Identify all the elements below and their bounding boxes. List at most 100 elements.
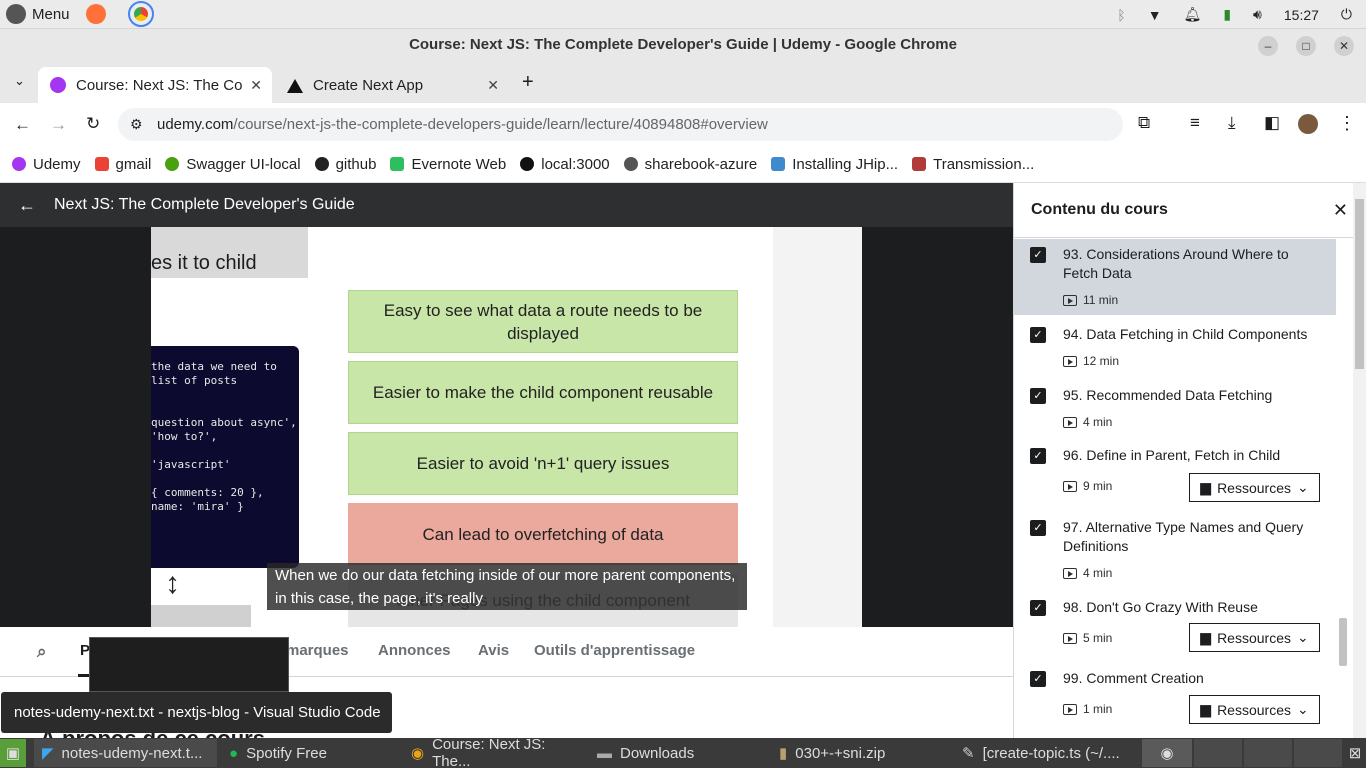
task-chrome[interactable]: ◉ Course: Next JS: The... (403, 736, 585, 770)
checkbox-icon[interactable]: ✓ (1030, 600, 1046, 616)
bookmark-jhipster[interactable]: Installing JHip... (771, 156, 898, 173)
wifi-icon[interactable]: ▼ (1148, 7, 1162, 23)
bookmark-gmail[interactable]: gmail (94, 156, 151, 173)
checkbox-icon[interactable]: ✓ (1030, 448, 1046, 464)
bookmark-udemy[interactable]: Udemy (12, 156, 81, 173)
workspace-1-chrome-icon[interactable]: ◉ (1142, 739, 1192, 767)
course-title[interactable]: Next JS: The Complete Developer's Guide (54, 196, 355, 214)
lecture-item-97[interactable]: ✓ 97. Alternative Type Names and Query D… (1014, 514, 1336, 586)
workspace-3[interactable] (1244, 739, 1292, 767)
clock[interactable]: 15:27 (1284, 7, 1319, 23)
tab-reviews[interactable]: Avis (478, 642, 509, 659)
bookmark-transmission[interactable]: Transmission... (912, 156, 1034, 173)
sidebar-title: Contenu du cours (1031, 201, 1168, 218)
play-video-icon (1063, 703, 1077, 715)
bookmark-github[interactable]: github (314, 156, 376, 173)
lecture-item-96[interactable]: ✓ 96. Define in Parent, Fetch in Child 9… (1014, 442, 1336, 512)
checkbox-icon[interactable]: ✓ (1030, 520, 1046, 536)
address-bar[interactable]: ⚙ udemy.com/course/next-js-the-complete-… (118, 108, 1123, 141)
sidebar-scrollbar[interactable] (1338, 240, 1348, 735)
system-menu-button[interactable]: Menu (6, 4, 70, 24)
lecture-duration: 4 min (1063, 415, 1112, 429)
forward-icon[interactable]: → (50, 115, 67, 135)
site-info-icon[interactable]: ⚙ (130, 108, 143, 141)
task-spotify[interactable]: ● Spotify Free (221, 739, 399, 767)
resources-button[interactable]: ▆ Ressources ⌄ (1189, 473, 1320, 502)
duration-label: 4 min (1083, 415, 1113, 429)
page-scrollbar[interactable] (1353, 183, 1366, 738)
lecture-item-95[interactable]: ✓ 95. Recommended Data Fetching 4 min (1014, 382, 1336, 440)
tab-announcements[interactable]: Annonces (378, 642, 451, 659)
task-downloads[interactable]: ▬ Downloads (589, 739, 767, 767)
task-editor[interactable]: ✎ [create-topic.ts (~/.... (954, 739, 1137, 767)
chrome-launcher-icon[interactable] (127, 1, 154, 27)
volume-icon[interactable]: 🔊︎ (1253, 6, 1262, 23)
lecture-item-94[interactable]: ✓ 94. Data Fetching in Child Components … (1014, 321, 1336, 379)
checkbox-icon[interactable]: ✓ (1030, 671, 1046, 687)
globe-icon (623, 157, 638, 171)
bookmark-evernote[interactable]: Evernote Web (390, 156, 506, 173)
lecture-item-99[interactable]: ✓ 99. Comment Creation 1 min ▆ Ressources… (1014, 665, 1336, 735)
lecture-item-93[interactable]: ✓ 93. Considerations Around Where to Fet… (1014, 239, 1336, 315)
tab-search-chevron-icon[interactable]: ⌄ (14, 73, 25, 89)
media-control-icon[interactable]: ≡ (1190, 113, 1200, 133)
lecture-duration: 1 min (1063, 702, 1112, 716)
page-scroll-thumb[interactable] (1355, 199, 1364, 369)
close-tab-icon[interactable]: ✕ (250, 77, 262, 94)
bookmark-swagger[interactable]: Swagger UI-local (165, 156, 301, 173)
back-icon[interactable]: ← (14, 115, 31, 135)
chrome-icon: ◉ (411, 745, 425, 762)
checkbox-icon[interactable]: ✓ (1030, 247, 1046, 263)
taskbar: ▣ ◤ notes-udemy-next.t... ● Spotify Free ◉… (0, 736, 1366, 770)
resources-button[interactable]: ▆ Ressources ⌄ (1189, 695, 1320, 724)
new-tab-icon[interactable]: + (522, 71, 534, 94)
udemy-icon (12, 157, 26, 171)
url-path: /course/next-js-the-complete-developers-… (233, 116, 768, 133)
tab-notes[interactable]: marques (286, 642, 349, 659)
sidebar-scroll-thumb[interactable] (1339, 618, 1347, 666)
task-vscode[interactable]: ◤ notes-udemy-next.t... (34, 739, 217, 767)
close-sidebar-icon[interactable]: ✕ (1333, 200, 1348, 221)
slide-box-4: Can lead to overfetching of data (348, 503, 738, 565)
reload-icon[interactable]: ↻ (86, 114, 100, 134)
tab-create-next-app[interactable]: Create Next App ✕ (275, 67, 509, 103)
workspace-4[interactable] (1294, 739, 1342, 767)
tab-learning-tools[interactable]: Outils d'apprentissage (534, 642, 695, 659)
battery-icon[interactable]: ▮ (1223, 6, 1231, 23)
back-arrow-icon[interactable]: ← (18, 195, 36, 216)
lecture-duration: 4 min (1063, 566, 1112, 580)
checkbox-icon[interactable]: ✓ (1030, 327, 1046, 343)
close-window-icon[interactable]: ✕ (1334, 36, 1354, 56)
lecture-item-98[interactable]: ✓ 98. Don't Go Crazy With Reuse 5 min ▆ R… (1014, 594, 1336, 662)
checkbox-icon[interactable]: ✓ (1030, 388, 1046, 404)
task-zip[interactable]: ▮ 030+-+sni.zip (771, 739, 950, 767)
trash-icon[interactable]: ⊠ (1344, 739, 1366, 767)
bluetooth-icon[interactable]: ᛒ (1117, 7, 1125, 23)
power-icon[interactable]: ⏻ (1341, 6, 1352, 23)
chrome-menu-icon[interactable]: ⋮ (1338, 113, 1356, 134)
tab-udemy-course[interactable]: Course: Next JS: The Co ✕ (38, 67, 272, 103)
slide-header-text: es it to child (151, 227, 308, 278)
close-tab-icon[interactable]: ✕ (487, 77, 499, 94)
bookmark-local3000[interactable]: local:3000 (520, 155, 610, 173)
workspace-2[interactable] (1194, 739, 1242, 767)
resources-button[interactable]: ▆ Ressources ⌄ (1189, 623, 1320, 652)
download-icon[interactable]: ⤓ (1228, 113, 1236, 133)
bookmark-sharebook[interactable]: sharebook-azure (623, 156, 757, 173)
play-video-icon (1063, 294, 1077, 306)
duration-label: 11 min (1083, 293, 1119, 307)
firefox-icon[interactable] (85, 4, 106, 24)
maximize-icon[interactable]: □ (1296, 36, 1316, 56)
extensions-icon[interactable]: ⧉ (1138, 113, 1150, 133)
side-panel-icon[interactable]: ◧ (1264, 113, 1280, 133)
notifications-icon[interactable]: 🔔︎ (1184, 6, 1202, 23)
profile-avatar[interactable] (1298, 114, 1318, 134)
show-desktop-icon[interactable]: ▣ (0, 739, 26, 767)
window-preview-thumbnail[interactable] (89, 637, 289, 692)
bookmark-label: local:3000 (541, 155, 610, 173)
task-label: Course: Next JS: The... (432, 736, 546, 770)
minimize-icon[interactable]: – (1258, 36, 1278, 56)
bookmark-label: Transmission... (933, 155, 1035, 173)
search-icon[interactable]: ⌕ (37, 642, 47, 662)
